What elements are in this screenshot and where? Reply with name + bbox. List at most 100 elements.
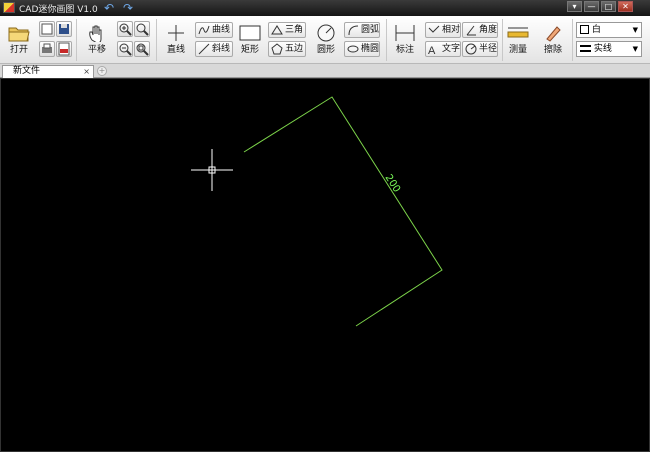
ruler-icon: [507, 27, 529, 38]
tab-new-file[interactable]: 新文件 ×: [2, 65, 94, 78]
erase-tool-button[interactable]: 擦除: [540, 24, 566, 55]
curve-label: 曲线: [212, 25, 231, 35]
new-tab-icon[interactable]: +: [97, 66, 107, 76]
separator: [76, 19, 77, 61]
zoom-window-button[interactable]: [134, 21, 150, 37]
pan-label: 平移: [87, 45, 106, 55]
arc-icon: [348, 25, 359, 35]
zoom-window-icon: [136, 23, 149, 36]
dropdown-arrow-icon: ▼: [632, 45, 638, 53]
title-bar: CAD迷你画图 V1.0 ↶ ↷ ▾ — □ ✕: [0, 0, 650, 16]
tab-close-icon[interactable]: ×: [83, 66, 90, 77]
document-tab-bar: 新文件 × +: [0, 64, 650, 78]
curve-tool-button[interactable]: 曲线: [195, 22, 233, 38]
pentagon-label: 五边: [285, 44, 304, 54]
zoom-extents-icon: [136, 43, 149, 56]
zoom-in-button[interactable]: [117, 21, 133, 37]
crosshair-cursor-icon: [191, 149, 233, 191]
open-label: 打开: [9, 45, 28, 55]
toolbar-ribbon: 打开 平移 直线 曲线 斜线 矩形 三角 五边 圆形 圆弧 椭圆 标注 相对 角…: [0, 16, 650, 64]
measure-label: 测量: [508, 45, 527, 55]
rectangle-tool-button[interactable]: 矩形: [237, 24, 263, 55]
dimension-icon: [395, 25, 415, 41]
ellipse-tool-button[interactable]: 椭圆: [344, 41, 380, 57]
color-value: 白: [591, 25, 601, 35]
separator: [572, 19, 573, 61]
dimension-label: 标注: [395, 45, 414, 55]
erase-label: 擦除: [543, 45, 562, 55]
angle-dimension-button[interactable]: 角度: [462, 22, 498, 38]
radius-icon: [465, 43, 477, 54]
drawing-svg: 200: [191, 96, 443, 327]
circle-tool-button[interactable]: 圆形: [313, 24, 339, 55]
dimension-label: 200: [382, 173, 402, 195]
zoom-out-button[interactable]: [117, 41, 133, 57]
tab-label: 新文件: [13, 66, 41, 76]
circle-label: 圆形: [316, 45, 335, 55]
curve-icon: [198, 25, 210, 34]
drawn-polyline[interactable]: [243, 96, 443, 327]
linestyle-value: 实线: [593, 44, 612, 54]
radius-label: 半径: [479, 44, 498, 54]
export-pdf-button[interactable]: [56, 41, 72, 57]
triangle-tool-button[interactable]: 三角: [268, 22, 306, 38]
new-file-icon: [41, 23, 53, 35]
dropdown-arrow-icon: ▼: [632, 26, 638, 34]
folder-icon: [8, 27, 30, 42]
circle-icon: [317, 24, 335, 42]
save-disk-icon: [59, 24, 69, 34]
hand-pan-icon: [89, 25, 102, 42]
window-title: CAD迷你画图 V1.0: [19, 5, 98, 15]
arc-tool-button[interactable]: 圆弧: [344, 22, 380, 38]
relative-dimension-button[interactable]: 相对: [425, 22, 461, 38]
print-button[interactable]: [39, 41, 55, 57]
angle-label: 角度: [479, 25, 498, 35]
new-file-button[interactable]: [39, 21, 55, 37]
line-label: 直线: [166, 45, 185, 55]
measure-tool-button[interactable]: 测量: [505, 24, 531, 55]
rectangle-icon: [239, 25, 261, 41]
slant-line-tool-button[interactable]: 斜线: [195, 41, 233, 57]
triangle-label: 三角: [285, 25, 304, 35]
ellipse-label: 椭圆: [361, 44, 380, 54]
close-button[interactable]: ✕: [618, 1, 633, 12]
drawing-canvas[interactable]: 200: [0, 78, 650, 452]
text-icon: A: [428, 45, 436, 57]
zoom-extents-button[interactable]: [134, 41, 150, 57]
save-button[interactable]: [56, 21, 72, 37]
undo-icon[interactable]: ↶: [102, 1, 116, 15]
dimension-tool-button[interactable]: 标注: [392, 24, 418, 55]
linestyle-select[interactable]: 实线 ▼: [576, 41, 642, 57]
arc-label: 圆弧: [361, 25, 380, 35]
rect-label: 矩形: [240, 45, 259, 55]
color-select[interactable]: 白 ▼: [576, 22, 642, 38]
radius-dimension-button[interactable]: 半径: [462, 41, 498, 57]
pdf-icon: [58, 42, 70, 56]
ellipse-icon: [347, 45, 359, 52]
pan-button[interactable]: 平移: [84, 24, 110, 55]
line-tool-button[interactable]: 直线: [163, 24, 189, 55]
app-logo-icon: [3, 2, 15, 13]
linestyle-icon: [580, 45, 591, 52]
text-label: 文字: [442, 44, 461, 54]
open-button[interactable]: 打开: [6, 24, 32, 55]
separator: [502, 19, 503, 61]
redo-icon[interactable]: ↷: [121, 1, 135, 15]
eraser-pencil-icon: [546, 26, 561, 42]
text-tool-button[interactable]: A 文字: [425, 41, 461, 57]
relative-label: 相对: [442, 25, 461, 35]
color-swatch-icon: [580, 25, 589, 34]
zoom-in-icon: [119, 23, 132, 36]
relative-dimension-icon: [428, 25, 440, 33]
triangle-icon: [271, 24, 283, 34]
minimize-button[interactable]: —: [584, 1, 599, 12]
pentagon-icon: [271, 42, 283, 54]
menu-dropdown-button[interactable]: ▾: [567, 1, 582, 12]
zoom-out-icon: [119, 43, 132, 56]
pentagon-tool-button[interactable]: 五边: [268, 41, 306, 57]
line-crosshair-icon: [168, 25, 184, 41]
separator: [386, 19, 387, 61]
maximize-button[interactable]: □: [601, 1, 616, 12]
angle-icon: [466, 25, 476, 35]
slant-line-icon: [198, 43, 210, 54]
